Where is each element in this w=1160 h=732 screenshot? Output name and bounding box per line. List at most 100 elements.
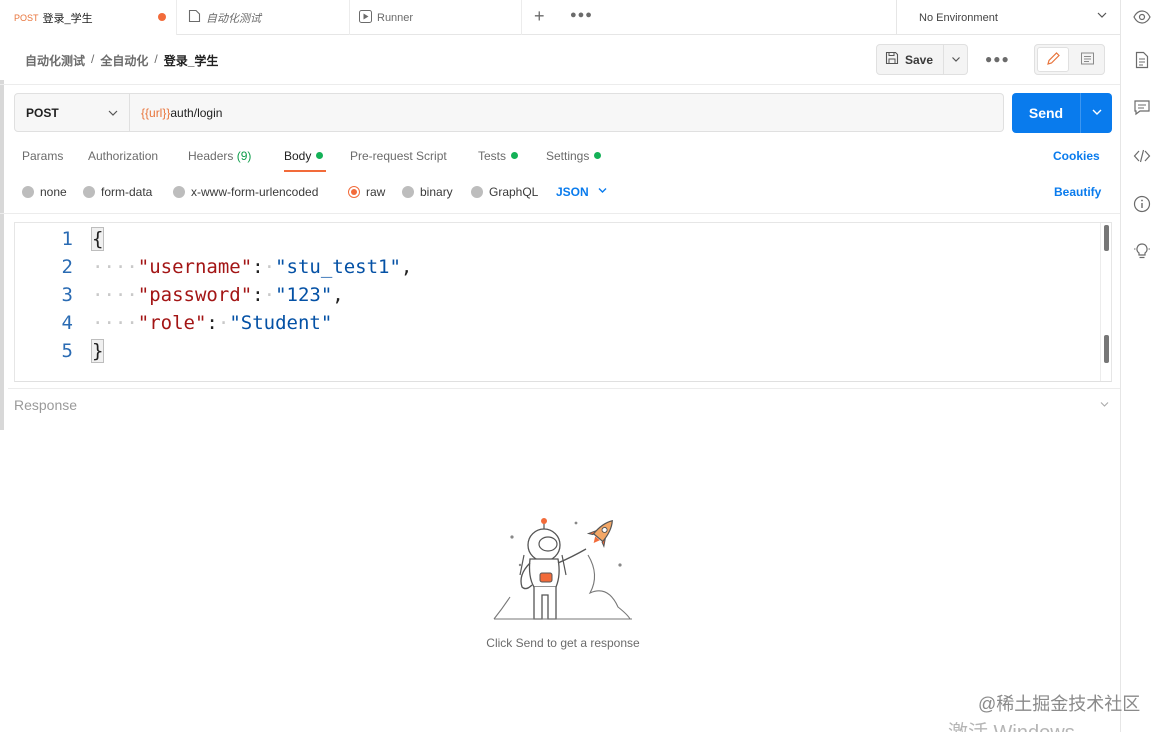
- tab-request-login-student[interactable]: POST 登录_学生: [0, 0, 177, 35]
- tab-overflow-more-icon[interactable]: ●●●: [570, 9, 593, 21]
- cookies-link[interactable]: Cookies: [1053, 149, 1100, 163]
- divider: [0, 213, 1120, 214]
- code-line: 5 }: [15, 337, 1095, 365]
- tab-headers[interactable]: Headers (9): [188, 149, 251, 163]
- tab-settings[interactable]: Settings: [546, 149, 602, 163]
- environment-label: No Environment: [919, 11, 998, 24]
- chevron-down-icon: [1091, 106, 1103, 121]
- code-line: 3 ····"password":·"123",: [15, 281, 1095, 309]
- site-watermark: @稀土掘金技术社区: [978, 694, 1141, 714]
- lightbulb-icon[interactable]: [1133, 242, 1151, 260]
- scrollbar-thumb[interactable]: [1104, 225, 1109, 251]
- radio-button[interactable]: [83, 186, 95, 198]
- line-number: 3: [61, 284, 73, 306]
- status-dot: [316, 152, 324, 159]
- chevron-down-icon: [951, 53, 961, 67]
- body-type-raw[interactable]: raw: [348, 185, 385, 199]
- body-type-urlencoded[interactable]: x-www-form-urlencoded: [173, 185, 318, 199]
- close-brace: }: [90, 339, 105, 363]
- tab-label: Authorization: [88, 149, 159, 163]
- astronaut-rocket-illustration: [490, 515, 635, 625]
- active-tab-indicator: [284, 170, 326, 172]
- comments-icon[interactable]: [1133, 99, 1151, 117]
- url-variable-token: {{url}}: [141, 105, 171, 120]
- code-snippet-icon[interactable]: [1133, 147, 1151, 165]
- tab-title: 登录_学生: [42, 12, 93, 25]
- info-icon[interactable]: [1133, 195, 1151, 213]
- tab-authorization[interactable]: Authorization: [88, 149, 158, 163]
- unsaved-dot: [158, 13, 166, 21]
- body-type-binary[interactable]: binary: [402, 185, 453, 199]
- scrollbar-marker: [1104, 335, 1109, 363]
- request-body-editor[interactable]: 1 { 2 ····"username":·"stu_test1", 3 ···…: [14, 222, 1112, 382]
- body-type-graphql[interactable]: GraphQL: [471, 185, 538, 199]
- left-scroll-rail[interactable]: [0, 80, 4, 430]
- radio-button[interactable]: [22, 186, 34, 198]
- radio-label: none: [40, 185, 67, 199]
- pencil-icon: [1046, 51, 1061, 69]
- save-options-dropdown[interactable]: [944, 44, 968, 75]
- tab-label: Body: [284, 149, 312, 163]
- breadcrumb-request-name[interactable]: 登录_学生: [164, 52, 219, 69]
- radio-button[interactable]: [471, 186, 483, 198]
- tab-pre-request-script[interactable]: Pre-request Script: [350, 149, 447, 163]
- documentation-mode-button[interactable]: [1071, 47, 1103, 72]
- radio-button-selected[interactable]: [348, 186, 360, 198]
- http-method-select[interactable]: POST: [14, 93, 130, 132]
- tab-label: Settings: [546, 149, 590, 163]
- save-label: Save: [905, 52, 934, 67]
- body-type-form-data[interactable]: form-data: [83, 185, 152, 199]
- tab-label: Pre-request Script: [350, 149, 447, 163]
- divider: [8, 388, 1120, 389]
- tab-runner[interactable]: Runner: [350, 0, 522, 35]
- tab-tests[interactable]: Tests: [478, 149, 519, 163]
- environment-selector[interactable]: No Environment: [896, 0, 1120, 35]
- breadcrumb-folder[interactable]: 全自动化: [100, 52, 148, 69]
- open-brace: {: [90, 227, 105, 251]
- edit-mode-button[interactable]: [1037, 47, 1069, 72]
- json-comma: ,: [332, 284, 344, 306]
- chevron-down-icon: [1096, 9, 1108, 24]
- new-tab-plus-icon[interactable]: +: [534, 6, 545, 27]
- tab-params[interactable]: Params: [22, 149, 63, 163]
- code-line: 1 {: [15, 225, 1095, 253]
- line-number: 5: [61, 340, 73, 362]
- radio-button[interactable]: [402, 186, 414, 198]
- body-type-none[interactable]: none: [22, 185, 67, 199]
- radio-button[interactable]: [173, 186, 185, 198]
- breadcrumb-collection[interactable]: 自动化测试: [25, 52, 85, 69]
- request-url-input[interactable]: {{url}} auth/login: [130, 93, 1004, 132]
- tab-title: Runner: [377, 11, 414, 24]
- radio-label: raw: [366, 185, 386, 199]
- tab-collection-automation[interactable]: 自动化测试: [177, 0, 350, 35]
- tab-body[interactable]: Body: [284, 149, 324, 163]
- chevron-down-icon: [107, 107, 119, 122]
- more-actions-icon[interactable]: ●●●: [985, 52, 1010, 66]
- json-comma: ,: [400, 256, 413, 278]
- documentation-icon[interactable]: [1133, 51, 1151, 69]
- response-title[interactable]: Response: [14, 397, 77, 413]
- json-value: "stu_test1": [275, 256, 401, 278]
- windows-activation-watermark: 激活 Windows: [948, 716, 1075, 732]
- editor-scrollbar[interactable]: [1100, 223, 1112, 381]
- send-options-dropdown[interactable]: [1080, 93, 1112, 133]
- json-key: "role": [137, 312, 207, 334]
- radio-label: GraphQL: [489, 185, 539, 199]
- indent-whitespace: ····: [92, 312, 138, 334]
- line-number: 1: [61, 228, 73, 250]
- chevron-down-icon[interactable]: [1099, 399, 1110, 413]
- status-dot: [594, 152, 602, 159]
- eye-icon[interactable]: [1133, 8, 1151, 26]
- url-path-text: auth/login: [170, 105, 223, 120]
- beautify-button[interactable]: Beautify: [1054, 185, 1101, 199]
- json-value: "123": [275, 284, 333, 306]
- save-disk-icon: [885, 51, 899, 68]
- save-button[interactable]: Save: [876, 44, 944, 75]
- body-format-select[interactable]: JSON: [556, 185, 608, 199]
- body-format-value: JSON: [556, 185, 589, 199]
- headers-count: (9): [236, 149, 252, 163]
- response-empty-hint: Click Send to get a response: [486, 636, 640, 650]
- chevron-down-icon: [597, 185, 608, 199]
- send-button[interactable]: Send: [1012, 93, 1080, 133]
- json-key: "username": [137, 256, 253, 278]
